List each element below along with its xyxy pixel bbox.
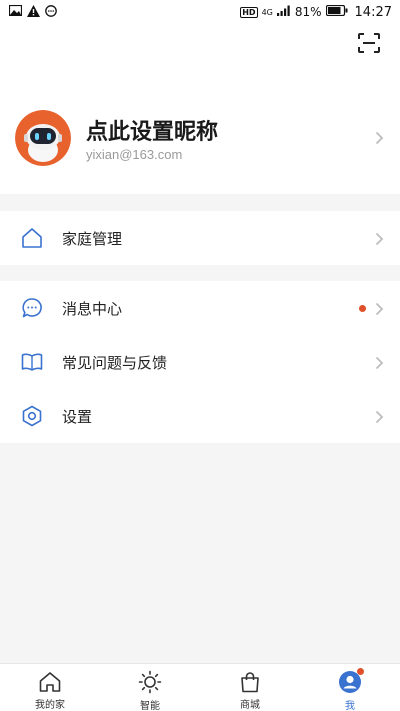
chevron-right-icon <box>375 301 384 316</box>
tab-my-home[interactable]: 我的家 <box>0 664 100 711</box>
chevron-right-icon <box>375 409 384 424</box>
sun-icon <box>138 670 162 694</box>
bottom-tab-bar: 我的家 智能 商城 我 <box>0 663 400 711</box>
menu-item-family-management[interactable]: 家庭管理 <box>0 211 400 265</box>
tab-label: 智能 <box>140 701 160 711</box>
chat-notification-icon <box>45 4 57 20</box>
tab-label: 我的家 <box>35 700 65 711</box>
tab-badge <box>357 668 364 675</box>
warning-icon <box>27 4 40 20</box>
battery-icon <box>325 4 348 19</box>
profile-icon <box>338 668 364 694</box>
account-email: yixian@163.com <box>86 147 183 162</box>
menu-group-family: 家庭管理 <box>0 211 400 265</box>
book-icon <box>20 350 44 374</box>
menu-item-label: 设置 <box>62 407 93 426</box>
gallery-notification-icon <box>8 4 23 19</box>
status-bar: HD 4G 81% 14:27 <box>0 0 400 24</box>
menu-item-faq-feedback[interactable]: 常见问题与反馈 <box>0 335 400 389</box>
profile-header: 点此设置昵称 yixian@163.com <box>0 24 400 194</box>
battery-percent: 81% <box>294 5 322 19</box>
tab-label: 商城 <box>240 700 260 711</box>
menu-item-label: 常见问题与反馈 <box>62 353 168 372</box>
shopping-bag-icon <box>238 670 262 693</box>
tab-label: 我 <box>345 701 355 711</box>
network-type: 4G <box>261 7 273 17</box>
tab-mall[interactable]: 商城 <box>200 664 300 711</box>
menu-item-settings[interactable]: 设置 <box>0 389 400 443</box>
settings-hexagon-icon <box>20 404 44 428</box>
clock: 14:27 <box>354 4 392 20</box>
tab-smart[interactable]: 智能 <box>100 664 200 711</box>
menu-item-label: 消息中心 <box>62 299 123 318</box>
nickname[interactable]: 点此设置昵称 <box>86 114 218 146</box>
menu-item-message-center[interactable]: 消息中心 <box>0 281 400 335</box>
unread-badge <box>359 305 366 312</box>
hd-indicator: HD <box>240 6 258 18</box>
home-icon <box>38 670 62 693</box>
scan-button[interactable] <box>356 32 382 58</box>
tab-me[interactable]: 我 <box>300 664 400 711</box>
menu-item-label: 家庭管理 <box>62 229 123 248</box>
chevron-right-icon <box>375 130 384 145</box>
home-outline-icon <box>20 226 44 250</box>
signal-icon <box>276 5 291 19</box>
scan-icon <box>358 33 380 57</box>
chevron-right-icon <box>375 231 384 246</box>
avatar[interactable] <box>15 110 71 166</box>
menu-group-main: 消息中心 常见问题与反馈 设置 <box>0 281 400 443</box>
profile-row[interactable]: 点此设置昵称 yixian@163.com <box>0 100 400 180</box>
chevron-right-icon <box>375 355 384 370</box>
message-bubble-icon <box>20 296 44 320</box>
